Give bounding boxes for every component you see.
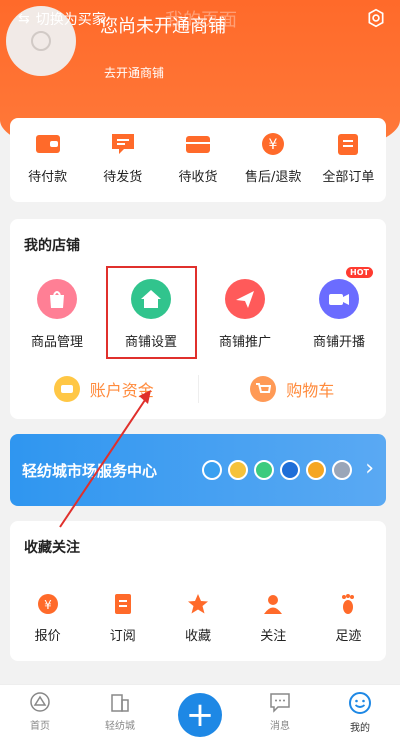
avatar-face-icon: [31, 31, 51, 51]
yen-circle-icon: ¥: [37, 594, 58, 614]
open-shop-link[interactable]: 去开通商铺: [104, 64, 164, 81]
building-icon: [111, 694, 129, 712]
svg-text:¥: ¥: [269, 137, 278, 153]
order-pending-receive[interactable]: 待收货: [160, 118, 235, 202]
tab-home[interactable]: 首页: [0, 685, 80, 744]
order-label: 待收货: [178, 170, 218, 185]
svg-text:¥: ¥: [44, 598, 52, 612]
product-management-button[interactable]: 商品管理: [10, 279, 104, 350]
section-title: 收藏关注: [24, 540, 80, 556]
doc-icon: [114, 594, 131, 614]
bag-icon: [37, 279, 77, 319]
shop-item-label: 商铺开播: [312, 335, 365, 350]
hot-badge: HOT: [346, 267, 373, 278]
cart-button[interactable]: 购物车: [199, 371, 387, 407]
service-icon-5: [306, 460, 326, 480]
plus-icon: +: [178, 693, 222, 737]
shop-status-text: 您尚未开通商铺: [100, 16, 226, 37]
order-pending-payment[interactable]: 待付款: [10, 118, 85, 202]
favorites-card: 收藏关注 ¥ 报价 订阅 收藏 关注 足迹: [10, 521, 386, 661]
more-icon: [332, 460, 352, 480]
service-center-banner[interactable]: 轻纺城市场服务中心 ›: [10, 434, 386, 506]
my-shop-card: 我的店铺 商品管理 商铺设置 商铺推广 HOT 商铺开播 账户资金 购物车: [10, 219, 386, 419]
shop-item-label: 商铺推广: [218, 335, 271, 350]
order-pending-ship[interactable]: 待发货: [85, 118, 160, 202]
service-icon-2: [228, 460, 248, 480]
order-label: 待发货: [103, 170, 143, 185]
message-icon: [110, 132, 136, 156]
tab-label: 首页: [30, 721, 50, 732]
account-funds-button[interactable]: 账户资金: [10, 371, 198, 407]
fav-label: 关注: [260, 629, 287, 644]
tab-textile-city[interactable]: 轻纺城: [80, 685, 160, 744]
box-icon: [185, 132, 211, 156]
home-icon: [30, 692, 50, 712]
service-icon-4: [280, 460, 300, 480]
fav-label: 报价: [34, 629, 61, 644]
orders-card: 待付款 待发货 待收货 ¥ 售后/退款 全部订单: [10, 118, 386, 202]
tab-label: 轻纺城: [105, 721, 135, 732]
plane-icon: [225, 279, 265, 319]
footprint-icon: [342, 594, 355, 614]
switch-to-buyer-button[interactable]: ⇆ 切换为买家: [18, 9, 106, 29]
order-all[interactable]: 全部订单: [311, 118, 386, 202]
yen-icon: ¥: [260, 132, 286, 156]
cart-label: 购物车: [286, 381, 335, 400]
shop-live-button[interactable]: HOT 商铺开播: [292, 267, 386, 350]
collect-button[interactable]: 收藏: [160, 593, 235, 644]
account-funds-label: 账户资金: [89, 381, 154, 400]
shop-item-label: 商品管理: [30, 335, 83, 350]
service-icon-3: [254, 460, 274, 480]
list-icon: [335, 132, 361, 156]
chevron-right-icon: ›: [365, 456, 374, 481]
follow-button[interactable]: 关注: [236, 593, 311, 644]
tab-messages[interactable]: 消息: [240, 685, 320, 744]
fav-label: 足迹: [335, 629, 362, 644]
order-label: 待付款: [28, 170, 68, 185]
tab-label: 消息: [270, 721, 290, 732]
order-aftersale[interactable]: ¥ 售后/退款: [236, 118, 311, 202]
coin-icon: [53, 376, 80, 402]
quote-button[interactable]: ¥ 报价: [10, 593, 85, 644]
switch-label: 切换为买家: [35, 12, 106, 28]
highlight-box: [106, 266, 197, 359]
smile-icon: [349, 692, 371, 714]
tab-label: 我的: [350, 723, 370, 734]
service-icon-1: [202, 460, 222, 480]
service-icons: [202, 460, 352, 480]
subscribe-button[interactable]: 订阅: [85, 593, 160, 644]
section-title: 我的店铺: [24, 238, 80, 254]
settings-icon[interactable]: [366, 8, 386, 28]
fav-label: 订阅: [109, 629, 136, 644]
order-label: 售后/退款: [245, 170, 302, 185]
shop-promotion-button[interactable]: 商铺推广: [198, 279, 292, 350]
fav-label: 收藏: [185, 629, 212, 644]
camera-icon: HOT: [319, 267, 373, 319]
person-icon: [264, 595, 283, 614]
service-center-title: 轻纺城市场服务中心: [22, 461, 158, 480]
bottom-tab-bar: 首页 轻纺城 + 消息 我的: [0, 684, 400, 744]
tab-publish[interactable]: +: [160, 685, 240, 744]
switch-icon: ⇆: [18, 11, 30, 27]
history-button[interactable]: 足迹: [311, 593, 386, 644]
tab-mine[interactable]: 我的: [320, 685, 400, 744]
cart-icon: [250, 376, 277, 402]
star-icon: [188, 594, 208, 614]
chat-icon: [270, 693, 290, 713]
wallet-icon: [35, 132, 61, 156]
order-label: 全部订单: [322, 170, 375, 185]
